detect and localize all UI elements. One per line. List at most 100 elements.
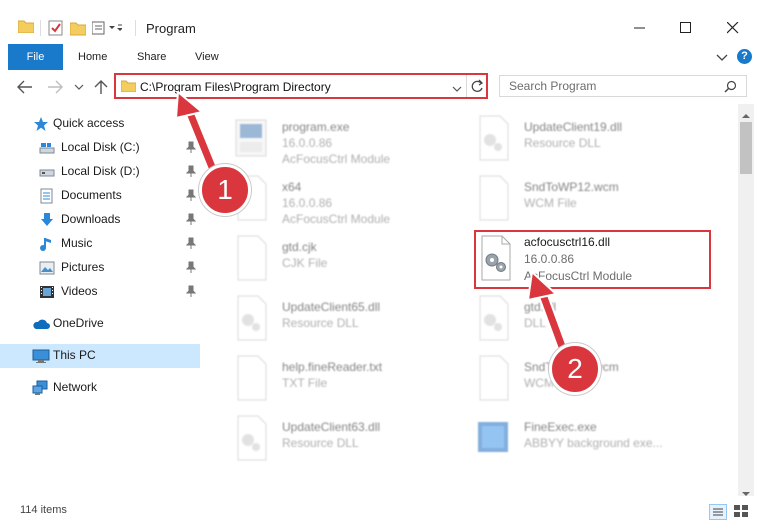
file-item[interactable]: UpdateClient65.dll Resource DLL (216, 290, 456, 348)
sidebar-item-label: Quick access (53, 116, 125, 130)
step-callout-2: 2 (549, 343, 601, 395)
file-item[interactable]: x64 16.0.0.86 AcFocusCtrl Module (216, 170, 456, 228)
sidebar-item-network[interactable]: Network (0, 376, 200, 400)
file-item[interactable]: FineExec.exe ABBYY background exe... (458, 410, 698, 468)
address-bar[interactable]: C:\Program Files\Program Directory (114, 73, 488, 99)
file-item[interactable]: gtd.cjk CJK File (216, 230, 456, 288)
file-detail: Resource DLL (282, 436, 359, 450)
dll-icon (474, 114, 514, 162)
sidebar-item-label: Videos (61, 284, 98, 298)
forward-button[interactable] (46, 78, 64, 96)
tab-file[interactable]: File (8, 44, 63, 70)
item-count: 114 items (20, 504, 67, 516)
address-path[interactable]: C:\Program Files\Program Directory (140, 80, 331, 94)
sidebar-item-label: Downloads (61, 212, 121, 226)
status-bar: 114 items (0, 496, 769, 532)
file-detail: AcFocusCtrl Module (282, 152, 391, 166)
download-icon (39, 212, 55, 228)
videos-icon (39, 284, 55, 300)
folder-icon (17, 19, 35, 36)
network-icon (32, 380, 48, 396)
chevron-down-icon[interactable] (452, 82, 462, 96)
search-icon[interactable] (724, 80, 737, 96)
dll-icon (232, 414, 272, 462)
window-title: Program (146, 21, 196, 36)
sidebar-item-music[interactable]: Music (0, 232, 200, 256)
navigation-bar: C:\Program Files\Program Directory Searc… (0, 70, 769, 104)
file-item[interactable]: UpdateClient63.dll Resource DLL (216, 410, 456, 468)
minimize-button[interactable] (618, 14, 662, 42)
file-item[interactable]: help.fineReader.txt TXT File (216, 350, 456, 408)
file-name: help.fineReader.txt (282, 360, 383, 374)
close-button[interactable] (711, 14, 755, 42)
file-name: gtd.cjk (282, 240, 317, 254)
file-item[interactable]: gtd.dll DLL (458, 290, 698, 348)
file-name: x64 (282, 180, 302, 194)
pin-icon[interactable] (185, 237, 197, 252)
sidebar-item-documents[interactable]: Documents (0, 184, 200, 208)
new-folder-icon[interactable] (69, 20, 87, 39)
sidebar-item-pictures[interactable]: Pictures (0, 256, 200, 280)
sidebar-item-local-disk-c[interactable]: Local Disk (C:) (0, 136, 200, 160)
back-button[interactable] (16, 78, 34, 96)
file-icon (232, 354, 272, 402)
tiles-view-icon[interactable] (733, 504, 749, 521)
file-detail: AcFocusCtrl Module (282, 212, 391, 226)
file-detail: WCM File (524, 196, 577, 210)
drive-icon (39, 140, 55, 156)
pin-icon[interactable] (185, 141, 197, 156)
sidebar-item-label: Local Disk (C:) (61, 140, 140, 154)
file-name: gtd.dll (524, 300, 557, 314)
pictures-icon (39, 260, 55, 276)
sidebar-item-this-pc[interactable]: This PC (0, 344, 200, 368)
sidebar-item-quick-access[interactable]: Quick access (0, 112, 200, 136)
sidebar-item-label: This PC (53, 348, 96, 362)
file-detail: DLL (524, 316, 547, 330)
exe-icon (232, 114, 272, 162)
expand-ribbon-icon[interactable] (716, 52, 728, 66)
pin-icon[interactable] (185, 189, 197, 204)
pin-icon[interactable] (185, 261, 197, 276)
maximize-button[interactable] (664, 14, 708, 42)
search-input[interactable]: Search Program (499, 75, 747, 97)
vertical-scrollbar[interactable] (738, 104, 754, 496)
cloud-icon (32, 316, 50, 332)
sidebar-item-videos[interactable]: Videos (0, 280, 200, 304)
customize-toolbar-icon[interactable] (91, 20, 123, 39)
properties-icon[interactable] (48, 20, 64, 39)
file-item[interactable]: UpdateClient19.dll Resource DLL (458, 110, 698, 168)
file-item[interactable]: SndToWP12.wcm WCM File (458, 170, 698, 228)
dll-icon (474, 294, 514, 342)
tab-home[interactable]: Home (78, 44, 107, 70)
sidebar-item-label: Network (53, 380, 98, 394)
dll-icon (232, 294, 272, 342)
sidebar-item-onedrive[interactable]: OneDrive (0, 312, 200, 336)
file-detail: 16.0.0.86 (282, 196, 333, 210)
pin-icon[interactable] (185, 165, 197, 180)
divider (466, 75, 467, 97)
scroll-up-icon[interactable] (742, 108, 750, 122)
details-view-icon[interactable] (709, 504, 727, 520)
scrollbar-thumb[interactable] (740, 122, 752, 174)
file-icon (474, 354, 514, 402)
ribbon: File Home Share View ? (0, 44, 769, 71)
sidebar-item-local-disk-d[interactable]: Local Disk (D:) (0, 160, 200, 184)
computer-icon (32, 348, 50, 364)
sidebar-item-label: Local Disk (D:) (61, 164, 140, 178)
up-button[interactable] (92, 78, 110, 96)
refresh-icon[interactable] (470, 79, 484, 96)
sidebar-item-downloads[interactable]: Downloads (0, 208, 200, 232)
pin-icon[interactable] (185, 213, 197, 228)
file-item[interactable]: program.exe 16.0.0.86 AcFocusCtrl Module (216, 110, 456, 168)
tab-view[interactable]: View (195, 44, 219, 70)
tab-share[interactable]: Share (137, 44, 166, 70)
file-detail: ABBYY background exe... (524, 436, 663, 450)
folder-icon (120, 79, 137, 95)
file-icon (232, 234, 272, 282)
recent-locations-button[interactable] (70, 78, 88, 96)
help-icon[interactable]: ? (737, 49, 752, 64)
search-placeholder: Search Program (509, 79, 597, 93)
pin-icon[interactable] (185, 285, 197, 300)
file-name: UpdateClient63.dll (282, 420, 381, 434)
sidebar-item-label: OneDrive (53, 316, 104, 330)
